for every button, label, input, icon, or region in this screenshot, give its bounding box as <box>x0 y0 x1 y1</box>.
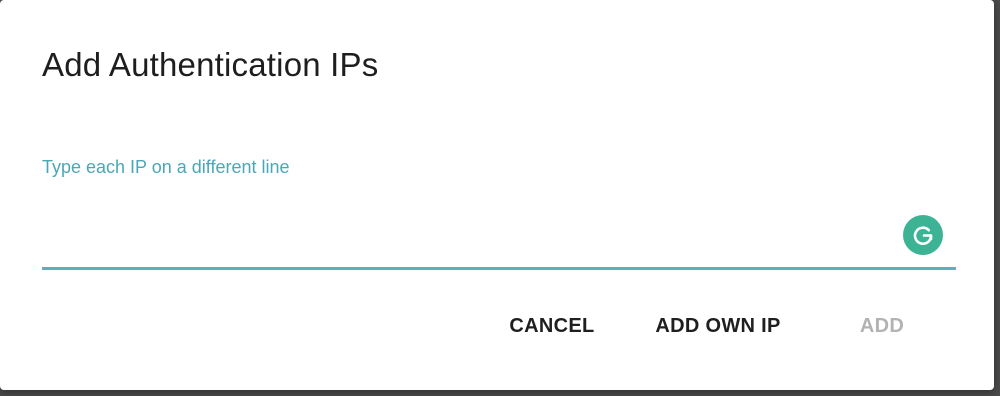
field-underline <box>42 267 956 270</box>
ip-list-field: Type each IP on a different line <box>42 150 956 272</box>
grammarly-g-icon[interactable] <box>903 215 943 255</box>
add-own-ip-button[interactable]: ADD OWN IP <box>644 306 792 346</box>
add-authentication-ips-dialog: Add Authentication IPs Type each IP on a… <box>0 0 994 390</box>
cancel-button[interactable]: CANCEL <box>500 306 604 346</box>
dialog-title: Add Authentication IPs <box>42 46 379 83</box>
ip-list-textarea[interactable] <box>42 194 882 264</box>
ip-list-label: Type each IP on a different line <box>42 157 290 177</box>
grammarly-g-glyph <box>913 226 933 245</box>
add-button[interactable]: ADD <box>850 306 914 346</box>
